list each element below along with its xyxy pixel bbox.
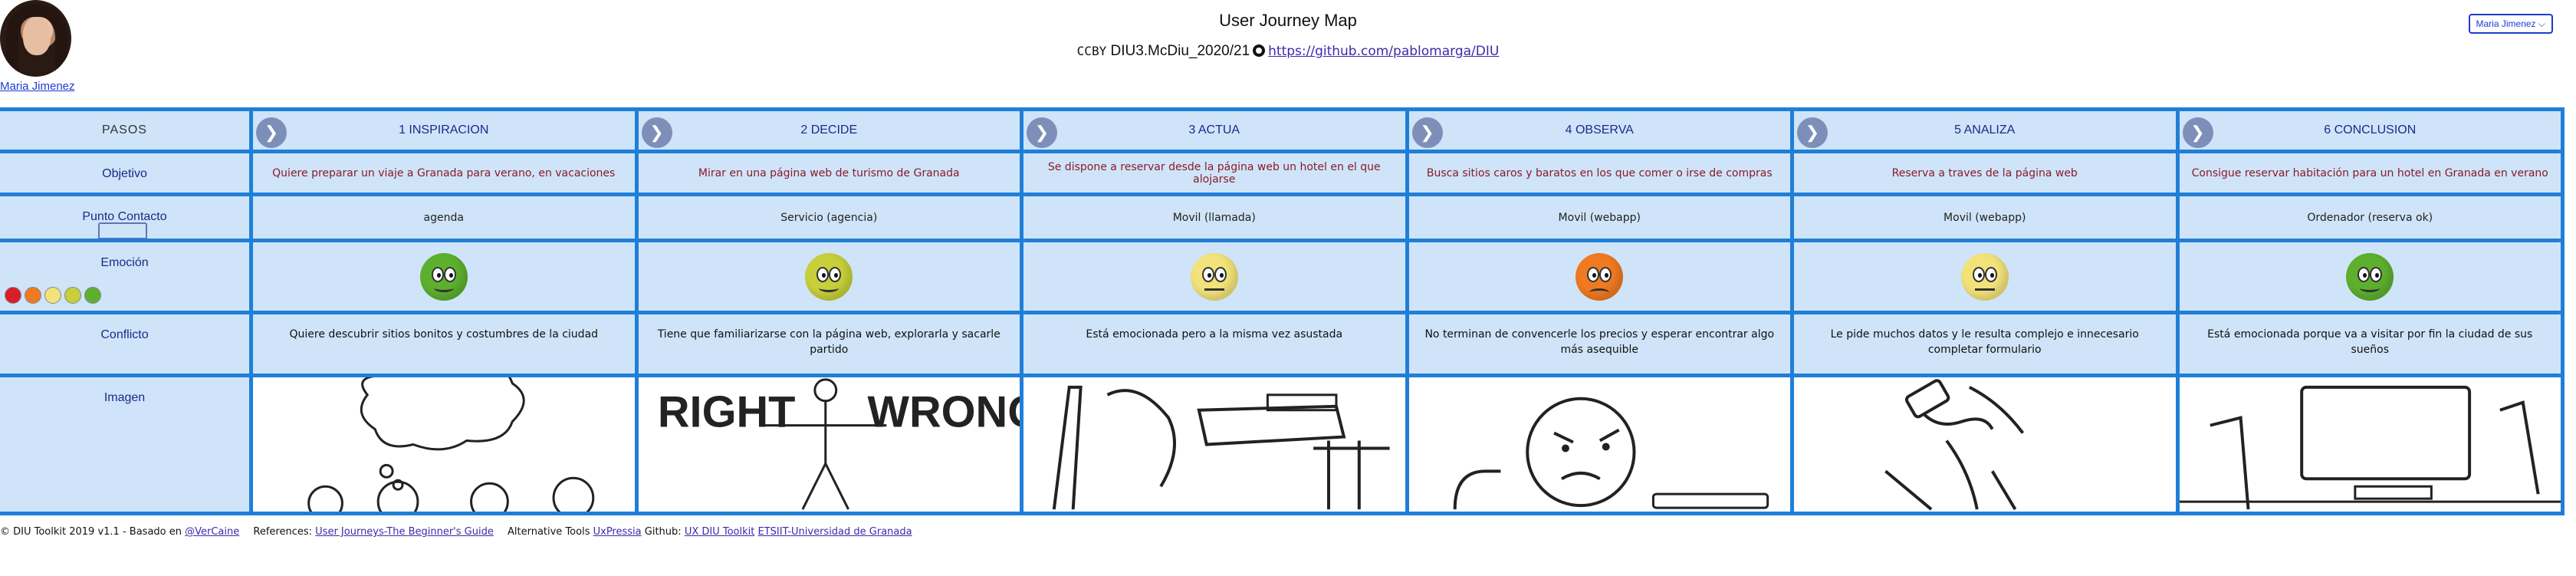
github-icon <box>1253 44 1266 57</box>
chevron-right-icon[interactable]: ❯ <box>256 117 287 148</box>
chevron-right-icon[interactable]: ❯ <box>1797 117 1828 148</box>
step-title: 4 OBSERVA <box>1565 123 1634 137</box>
contact-cell: Movil (webapp) <box>1794 196 2180 242</box>
chevron-right-icon[interactable]: ❯ <box>1027 117 1057 148</box>
image-cell[interactable] <box>2179 377 2564 515</box>
emotion-scale <box>5 287 101 304</box>
angry-face-sketch <box>1453 397 1769 510</box>
step-header[interactable]: ❯ 5 ANALIZA <box>1794 107 2180 153</box>
emotion-scale-upset-icon[interactable] <box>25 287 41 304</box>
contact-cell: Servicio (agencia) <box>638 196 1024 242</box>
conflict-cell: No terminan de convencerle los precios y… <box>1408 314 1794 377</box>
computer-desk-sketch <box>1052 385 1390 510</box>
image-cell[interactable] <box>1408 377 1794 515</box>
chevron-down-icon: ⌵ <box>2538 18 2545 29</box>
step-title: 3 ACTUA <box>1188 123 1240 137</box>
course-label: DIU3.McDiu_2020/21 <box>1110 43 1250 59</box>
happy-face-icon <box>419 252 468 301</box>
conflict-cell: Está emocionada porque va a visitar por … <box>2179 314 2564 377</box>
image-cell[interactable] <box>1024 377 1409 515</box>
emotion-cell[interactable] <box>2179 242 2564 314</box>
step-title: 5 ANALIZA <box>1954 123 2016 137</box>
monitor-desk-sketch <box>2179 385 2561 510</box>
emotion-scale-happy-icon[interactable] <box>84 287 101 304</box>
conflict-cell: Tiene que familiarizarse con la página w… <box>638 314 1024 377</box>
conflict-cell: Está emocionada pero a la misma vez asus… <box>1024 314 1409 377</box>
right-wrong-sketch: RIGHT WRONG <box>657 378 1020 510</box>
image-cell[interactable]: RIGHT WRONG <box>638 377 1024 515</box>
objective-cell: Consigue reservar habitación para un hot… <box>2179 153 2564 196</box>
repo-link[interactable]: https://github.com/pablomarga/DIU <box>1268 44 1499 59</box>
contact-cell: agenda <box>253 196 639 242</box>
svg-text:RIGHT: RIGHT <box>657 388 795 437</box>
conflict-cell: Quiere descubrir sitios bonitos y costum… <box>253 314 639 377</box>
step-header[interactable]: ❯ 4 OBSERVA <box>1408 107 1794 153</box>
emotion-cell[interactable] <box>1024 242 1409 314</box>
page-title: User Journey Map <box>1219 11 1357 30</box>
emotion-cell[interactable] <box>638 242 1024 314</box>
chevron-right-icon[interactable]: ❯ <box>2182 117 2213 148</box>
phone-hand-sketch <box>1884 379 2025 511</box>
svg-text:WRONG: WRONG <box>867 388 1020 437</box>
cc-license-label: CCBY <box>1076 44 1107 58</box>
objective-cell: Quiere preparar un viaje a Granada para … <box>253 153 639 196</box>
step-title: 6 CONCLUSION <box>2324 123 2417 137</box>
contact-cell: Movil (webapp) <box>1408 196 1794 242</box>
emotion-scale-neutral-happy-icon[interactable] <box>64 287 81 304</box>
row-label-conflict: Conflicto <box>0 314 253 377</box>
laptop-icon <box>98 222 147 239</box>
step-header[interactable]: ❯ 6 CONCLUSION <box>2179 107 2564 153</box>
row-label-emotion: Emoción <box>0 242 253 314</box>
footer-github-label: Github: <box>644 526 682 538</box>
neutral-face-icon <box>1960 252 2009 301</box>
neutral-face-icon <box>1190 252 1238 301</box>
step-header[interactable]: ❯ 1 INSPIRACION <box>253 107 639 153</box>
footer-references-link[interactable]: User Journeys-The Beginner's Guide <box>315 526 494 538</box>
subtitle: CCBY DIU3.McDiu_2020/21 https://github.co… <box>0 43 2576 60</box>
emotion-cell[interactable] <box>253 242 639 314</box>
footer-credit-link[interactable]: @VerCaine <box>185 526 239 538</box>
user-select-value: Maria Jimenez <box>2476 18 2536 29</box>
footer-alt-tools-label: Alternative Tools <box>507 526 590 538</box>
neutral-happy-face-icon <box>805 252 853 301</box>
upset-face-icon <box>1576 252 1624 301</box>
emotion-scale-neutral-icon[interactable] <box>44 287 61 304</box>
contact-cell: Movil (llamada) <box>1024 196 1409 242</box>
objective-cell: Reserva a traves de la página web <box>1794 153 2180 196</box>
user-select[interactable]: Maria Jimenez ⌵ <box>2468 14 2553 34</box>
image-cell[interactable] <box>1794 377 2180 515</box>
chevron-right-icon[interactable]: ❯ <box>1411 117 1443 148</box>
objective-cell: Busca sitios caros y baratos en los que … <box>1408 153 1794 196</box>
step-title: 2 DECIDE <box>800 123 858 137</box>
step-title: 1 INSPIRACION <box>399 123 489 137</box>
emotion-cell[interactable] <box>1794 242 2180 314</box>
objective-cell: Se dispone a reservar desde la página we… <box>1024 153 1409 196</box>
happy-face-icon <box>2346 252 2394 301</box>
row-label-objective: Objetivo <box>0 153 253 196</box>
footer-credit: © DIU Toolkit 2019 v1.1 - Basado en <box>0 526 182 538</box>
user-name-link[interactable]: Maria Jimenez <box>0 80 75 93</box>
row-label-steps: PASOS <box>0 107 253 153</box>
step-header[interactable]: ❯ 2 DECIDE <box>638 107 1024 153</box>
footer-university-link[interactable]: ETSIIT-Universidad de Granada <box>758 526 912 538</box>
thinking-people-sketch <box>307 377 595 512</box>
image-cell[interactable] <box>253 377 639 515</box>
footer-github-link[interactable]: UX DIU Toolkit <box>685 526 755 538</box>
footer-references-label: References: <box>253 526 313 538</box>
chevron-right-icon[interactable]: ❯ <box>641 117 672 148</box>
footer: © DIU Toolkit 2019 v1.1 - Basado en @Ver… <box>0 526 912 538</box>
journey-map-grid: PASOS ❯ 1 INSPIRACION ❯ 2 DECIDE ❯ 3 ACTUA … <box>0 107 2564 515</box>
step-header[interactable]: ❯ 3 ACTUA <box>1024 107 1409 153</box>
objective-cell: Mirar en una página web de turismo de Gr… <box>638 153 1024 196</box>
footer-alt-tools-link[interactable]: UxPressia <box>593 526 642 538</box>
row-label-image: Imagen <box>0 377 253 515</box>
emotion-cell[interactable] <box>1408 242 1794 314</box>
row-label-contact: Punto Contacto <box>0 196 253 242</box>
emotion-scale-angry-icon[interactable] <box>5 287 21 304</box>
row-label-emotion-text: Emoción <box>100 256 149 269</box>
contact-cell: Ordenador (reserva ok) <box>2179 196 2564 242</box>
conflict-cell: Le pide muchos datos y le resulta comple… <box>1794 314 2180 377</box>
